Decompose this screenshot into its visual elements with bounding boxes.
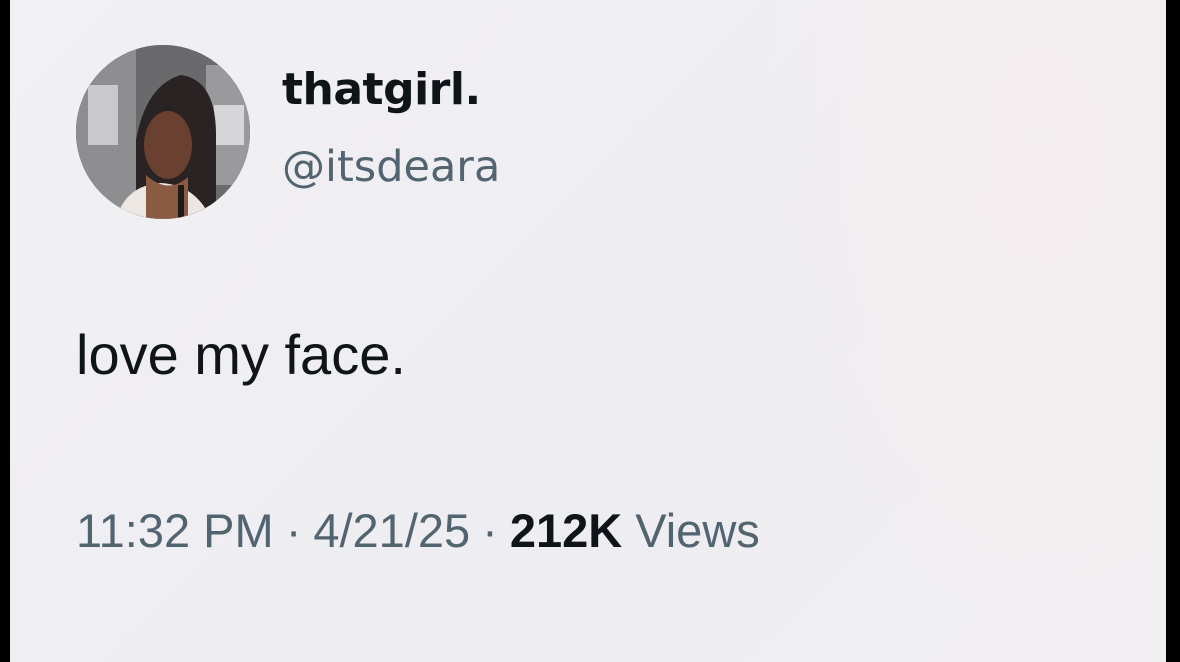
tweet-time[interactable]: 11:32 PM (76, 504, 274, 557)
display-name[interactable]: thatgirl. (282, 64, 481, 115)
views-count[interactable]: 212K (510, 504, 622, 557)
tweet-meta: 11:32 PM · 4/21/25 · 212K Views (76, 503, 760, 558)
user-handle[interactable]: @itsdeara (282, 142, 500, 192)
tweet-card: thatgirl. @itsdeara love my face. 11:32 … (10, 0, 1166, 662)
separator: · (285, 504, 302, 557)
avatar[interactable] (76, 45, 250, 219)
views-label[interactable]: Views (635, 504, 760, 557)
separator: · (482, 504, 498, 557)
tweet-date[interactable]: 4/21/25 (313, 504, 470, 557)
tweet-text: love my face. (76, 323, 406, 386)
profile-photo-icon (76, 45, 250, 219)
